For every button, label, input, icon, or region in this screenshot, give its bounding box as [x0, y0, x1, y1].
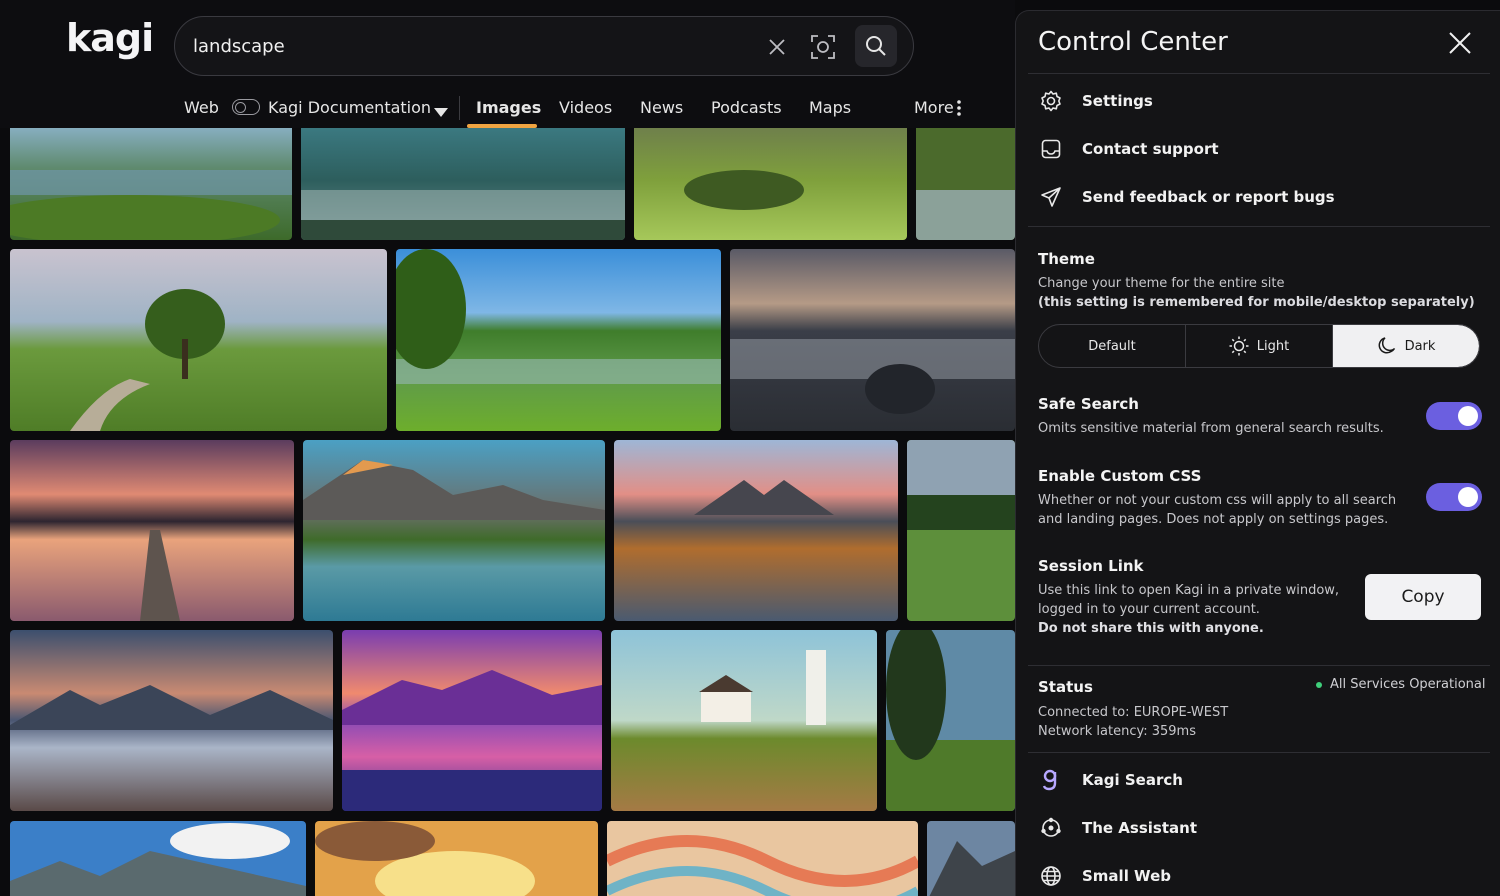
safe-search-toggle[interactable]	[1426, 402, 1482, 430]
chevron-down-icon[interactable]	[434, 102, 448, 121]
session-link-desc-2: logged in to your current account.	[1038, 602, 1260, 617]
tab-podcasts[interactable]: Podcasts	[711, 98, 782, 117]
image-result[interactable]	[303, 440, 605, 621]
session-link-desc: Use this link to open Kagi in a private …	[1038, 583, 1340, 598]
settings-item[interactable]: Settings	[1038, 86, 1153, 116]
kagi-search-link[interactable]: Kagi Search	[1038, 765, 1183, 795]
custom-css-desc-2: and landing pages. Does not apply on set…	[1038, 512, 1389, 527]
custom-css-desc: Whether or not your custom css will appl…	[1038, 493, 1397, 508]
lens-toggle[interactable]	[232, 99, 260, 115]
small-web-link[interactable]: Small Web	[1038, 861, 1171, 891]
top-header: kagi Web Kagi Documentation Images Video…	[0, 0, 1015, 128]
tab-maps[interactable]: Maps	[809, 98, 851, 117]
panel-title: Control Center	[1038, 27, 1228, 57]
image-result[interactable]	[10, 630, 333, 811]
theme-selector: Default Light Dark	[1038, 324, 1480, 368]
image-result[interactable]	[611, 630, 877, 811]
image-result[interactable]	[886, 630, 1015, 811]
image-search-icon[interactable]	[805, 29, 841, 65]
image-result[interactable]	[916, 120, 1015, 240]
close-icon[interactable]	[1444, 27, 1476, 59]
moon-icon	[1377, 336, 1397, 356]
image-result[interactable]	[10, 821, 306, 896]
tab-images[interactable]: Images	[476, 98, 541, 117]
status-dot-icon	[1316, 681, 1322, 688]
image-result[interactable]	[301, 120, 625, 240]
custom-css-toggle[interactable]	[1426, 483, 1482, 511]
theme-light-option[interactable]: Light	[1186, 325, 1333, 367]
theme-title: Theme	[1038, 250, 1095, 268]
kebab-icon[interactable]	[957, 100, 961, 120]
assistant-icon	[1038, 815, 1064, 841]
image-result[interactable]	[634, 120, 907, 240]
sun-icon	[1229, 336, 1249, 356]
image-result[interactable]	[315, 821, 598, 896]
divider	[1028, 226, 1490, 227]
image-result[interactable]	[607, 821, 918, 896]
safe-search-desc: Omits sensitive material from general se…	[1038, 421, 1384, 436]
control-center-panel: Control Center Settings Contact support …	[1015, 10, 1500, 896]
kagi-g-icon	[1038, 767, 1064, 793]
contact-support-item[interactable]: Contact support	[1038, 134, 1219, 164]
theme-dark-option[interactable]: Dark	[1333, 325, 1479, 367]
image-result[interactable]	[614, 440, 898, 621]
image-result[interactable]	[10, 120, 292, 240]
image-result[interactable]	[730, 249, 1015, 431]
assistant-link[interactable]: The Assistant	[1038, 813, 1197, 843]
feedback-item[interactable]: Send feedback or report bugs	[1038, 182, 1335, 212]
theme-default-option[interactable]: Default	[1039, 325, 1186, 367]
toggle-knob	[1458, 406, 1478, 426]
image-result[interactable]	[927, 821, 1015, 896]
tab-web[interactable]: Web	[184, 98, 219, 117]
status-latency: Network latency: 359ms	[1038, 724, 1196, 739]
nav-divider	[459, 96, 460, 120]
gear-icon	[1038, 88, 1064, 114]
active-tab-indicator	[467, 124, 537, 128]
clear-icon[interactable]	[759, 29, 795, 65]
image-result[interactable]	[10, 440, 294, 621]
search-input[interactable]	[193, 31, 733, 61]
tab-news[interactable]: News	[640, 98, 683, 117]
divider	[1028, 665, 1490, 666]
tab-videos[interactable]: Videos	[559, 98, 612, 117]
status-connected: Connected to: EUROPE-WEST	[1038, 705, 1229, 720]
image-result[interactable]	[10, 249, 387, 431]
search-tabs: Web Kagi Documentation Images Videos New…	[0, 94, 1015, 128]
search-icon[interactable]	[855, 25, 897, 67]
send-icon	[1038, 184, 1064, 210]
image-result[interactable]	[396, 249, 721, 431]
theme-desc: Change your theme for the entire site	[1038, 276, 1285, 291]
globe-icon	[1038, 863, 1064, 889]
search-bar	[174, 16, 914, 76]
image-result[interactable]	[907, 440, 1015, 621]
session-link-title: Session Link	[1038, 557, 1144, 575]
theme-note: (this setting is remembered for mobile/d…	[1038, 295, 1475, 310]
kagi-logo[interactable]: kagi	[66, 16, 154, 60]
status-badge: All Services Operational	[1316, 677, 1485, 692]
lens-dropdown[interactable]: Kagi Documentation	[268, 98, 431, 117]
copy-session-link-button[interactable]: Copy	[1365, 574, 1481, 620]
image-result[interactable]	[342, 630, 602, 811]
status-title: Status	[1038, 678, 1093, 696]
divider	[1028, 73, 1490, 74]
more-menu[interactable]: More	[914, 98, 954, 117]
divider	[1028, 752, 1490, 753]
custom-css-title: Enable Custom CSS	[1038, 467, 1202, 485]
toggle-knob	[1458, 487, 1478, 507]
inbox-icon	[1038, 136, 1064, 162]
session-link-warning: Do not share this with anyone.	[1038, 621, 1264, 636]
safe-search-title: Safe Search	[1038, 395, 1139, 413]
image-results-grid	[0, 0, 1015, 896]
